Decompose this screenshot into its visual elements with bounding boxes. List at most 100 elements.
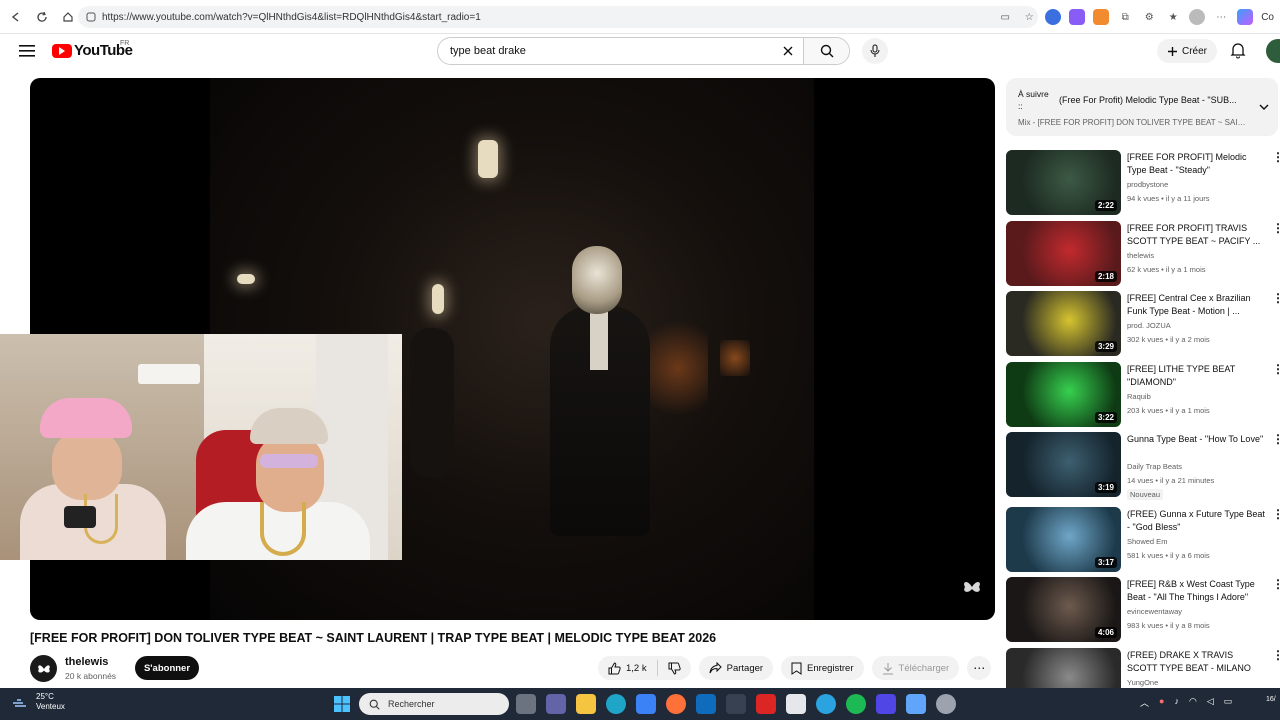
notifications-bell-icon[interactable] [1229, 41, 1247, 59]
taskbar-clock[interactable]: 16/ [1266, 696, 1276, 703]
teams-icon[interactable] [546, 694, 566, 714]
channel-name[interactable]: thelewis [65, 656, 108, 668]
chevron-down-icon[interactable] [1258, 102, 1270, 112]
firefox-icon[interactable] [666, 694, 686, 714]
recommended-video-title[interactable]: Gunna Type Beat - "How To Love" [1127, 433, 1265, 446]
recommended-channel-name[interactable]: Showed Em [1127, 537, 1167, 546]
extensions-icon[interactable]: ⧉ [1117, 9, 1133, 25]
outlook-icon[interactable] [696, 694, 716, 714]
more-options-icon[interactable]: ⋮ [1272, 433, 1280, 445]
store-icon[interactable] [636, 694, 656, 714]
volume-icon[interactable]: ◁ [1207, 696, 1214, 709]
recommended-channel-name[interactable]: thelewis [1127, 251, 1154, 260]
tray-chevron-icon[interactable]: ︿ [1140, 696, 1149, 709]
video-thumbnail[interactable]: 4:06 [1006, 577, 1121, 642]
browser-menu-icon[interactable]: ⋯ [1213, 9, 1229, 25]
search-button[interactable] [803, 38, 849, 64]
more-options-icon[interactable]: ⋮ [1272, 578, 1280, 590]
edge-browser-icon[interactable] [606, 694, 626, 714]
red-app-icon[interactable] [756, 694, 776, 714]
video-thumbnail[interactable]: 3:29 [1006, 291, 1121, 356]
more-actions-button[interactable]: ⋯ [967, 656, 992, 680]
telegram-icon[interactable] [816, 694, 836, 714]
recommended-channel-name[interactable]: YungOne [1127, 678, 1158, 687]
taskbar-search[interactable]: Rechercher [359, 693, 509, 715]
create-button[interactable]: Créer [1157, 39, 1217, 63]
recommended-video-title[interactable]: [FREE FOR PROFIT] Melodic Type Beat - "S… [1127, 151, 1265, 177]
extension-gear-icon[interactable]: ⚙ [1141, 9, 1157, 25]
address-bar[interactable]: https://www.youtube.com/watch?v=QlHNthdG… [78, 6, 1038, 28]
extension-blue-icon[interactable] [1045, 9, 1062, 25]
recommended-video[interactable]: 2:22 [FREE FOR PROFIT] Melodic Type Beat … [1006, 150, 1280, 216]
via-app-icon[interactable] [786, 694, 806, 714]
split-screen-icon[interactable]: ▭ [997, 9, 1013, 25]
save-button[interactable]: Enregistrer [781, 656, 864, 680]
dislike-button[interactable] [658, 656, 691, 680]
subscribe-button[interactable]: S'abonner [135, 656, 199, 680]
recommended-video-title[interactable]: (FREE) DRAKE X TRAVIS SCOTT TYPE BEAT - … [1127, 649, 1265, 675]
reload-button[interactable] [30, 5, 54, 29]
share-button[interactable]: Partager [698, 656, 774, 680]
video-thumbnail[interactable]: 3:19 [1006, 432, 1121, 497]
more-options-icon[interactable]: ⋮ [1272, 649, 1280, 661]
menu-icon[interactable] [18, 43, 36, 59]
favorites-icon[interactable]: ★ [1165, 9, 1181, 25]
recommended-channel-name[interactable]: prod. JOZUA [1127, 321, 1171, 330]
recommended-video[interactable]: 3:17 (FREE) Gunna x Future Type Beat - "G… [1006, 507, 1280, 573]
settings-icon[interactable] [936, 694, 956, 714]
video-thumbnail[interactable]: 3:22 [1006, 362, 1121, 427]
more-options-icon[interactable]: ⋮ [1272, 508, 1280, 520]
up-next-title[interactable]: (Free For Profit) Melodic Type Beat - "S… [1059, 95, 1247, 105]
more-options-icon[interactable]: ⋮ [1272, 222, 1280, 234]
recommended-video-title[interactable]: [FREE FOR PROFIT] TRAVIS SCOTT TYPE BEAT… [1127, 222, 1265, 248]
copilot-label[interactable]: Co [1261, 12, 1274, 23]
microphone-tray-icon[interactable]: ♪ [1174, 696, 1179, 709]
back-button[interactable] [4, 5, 28, 29]
audio-app-icon[interactable] [726, 694, 746, 714]
recommended-channel-name[interactable]: Daily Trap Beats [1127, 462, 1182, 471]
video-thumbnail[interactable]: 2:18 [1006, 221, 1121, 286]
like-button[interactable]: 1,2 k [598, 660, 658, 676]
profile-icon[interactable] [1189, 9, 1206, 25]
video-thumbnail[interactable]: 3:17 [1006, 507, 1121, 572]
recommended-video-title[interactable]: [FREE] Central Cee x Brazilian Funk Type… [1127, 292, 1265, 318]
recommended-video[interactable]: 3:22 [FREE] LITHE TYPE BEAT "DIAMOND" Raqu… [1006, 362, 1280, 428]
wifi-icon[interactable]: ◠ [1189, 696, 1197, 709]
arc-app-icon[interactable] [876, 694, 896, 714]
recommended-video[interactable]: 4:06 [FREE] R&B x West Coast Type Beat - … [1006, 577, 1280, 643]
extension-fox-icon[interactable] [1093, 9, 1110, 25]
paint-app-icon[interactable] [906, 694, 926, 714]
recommended-video[interactable]: 3:29 [FREE] Central Cee x Brazilian Funk … [1006, 291, 1280, 357]
youtube-logo[interactable]: YouTube FR [52, 40, 133, 59]
home-button[interactable] [56, 5, 80, 29]
recommended-channel-name[interactable]: evincewentaway [1127, 607, 1182, 616]
recommended-video-title[interactable]: [FREE] LITHE TYPE BEAT "DIAMOND" [1127, 363, 1265, 389]
spotify-icon[interactable] [846, 694, 866, 714]
extension-purple-icon[interactable] [1069, 9, 1086, 25]
clear-search-button[interactable] [773, 45, 803, 57]
task-view-icon[interactable] [516, 694, 536, 714]
recommended-video[interactable]: 2:18 [FREE FOR PROFIT] TRAVIS SCOTT TYPE … [1006, 221, 1280, 287]
recommended-video-title[interactable]: (FREE) Gunna x Future Type Beat - "God B… [1127, 508, 1265, 534]
favorite-star-icon[interactable]: ☆ [1021, 9, 1037, 25]
copilot-icon[interactable] [1237, 9, 1254, 25]
recommended-video[interactable]: 3:19 Gunna Type Beat - "How To Love" Daily… [1006, 432, 1280, 500]
video-thumbnail[interactable]: 2:22 [1006, 150, 1121, 215]
download-button[interactable]: Télécharger [871, 656, 960, 680]
more-options-icon[interactable]: ⋮ [1272, 363, 1280, 375]
windows-start-icon[interactable] [334, 696, 350, 712]
voice-search-button[interactable] [862, 38, 888, 64]
file-explorer-icon[interactable] [576, 694, 596, 714]
tray-app-icon[interactable]: ● [1159, 696, 1164, 709]
battery-icon[interactable]: ▭ [1224, 696, 1233, 709]
playlist-up-next-panel[interactable]: À suivre :: (Free For Profit) Melodic Ty… [1006, 78, 1278, 136]
channel-avatar[interactable] [30, 655, 57, 682]
weather-widget[interactable]: 25°C Venteux [12, 692, 65, 712]
search-input[interactable]: type beat drake [450, 45, 773, 57]
recommended-channel-name[interactable]: Raquib [1127, 392, 1151, 401]
account-avatar[interactable] [1266, 39, 1280, 63]
recommended-video-title[interactable]: [FREE] R&B x West Coast Type Beat - "All… [1127, 578, 1265, 604]
recommended-channel-name[interactable]: prodbystone [1127, 180, 1168, 189]
more-options-icon[interactable]: ⋮ [1272, 292, 1280, 304]
more-options-icon[interactable]: ⋮ [1272, 151, 1280, 163]
